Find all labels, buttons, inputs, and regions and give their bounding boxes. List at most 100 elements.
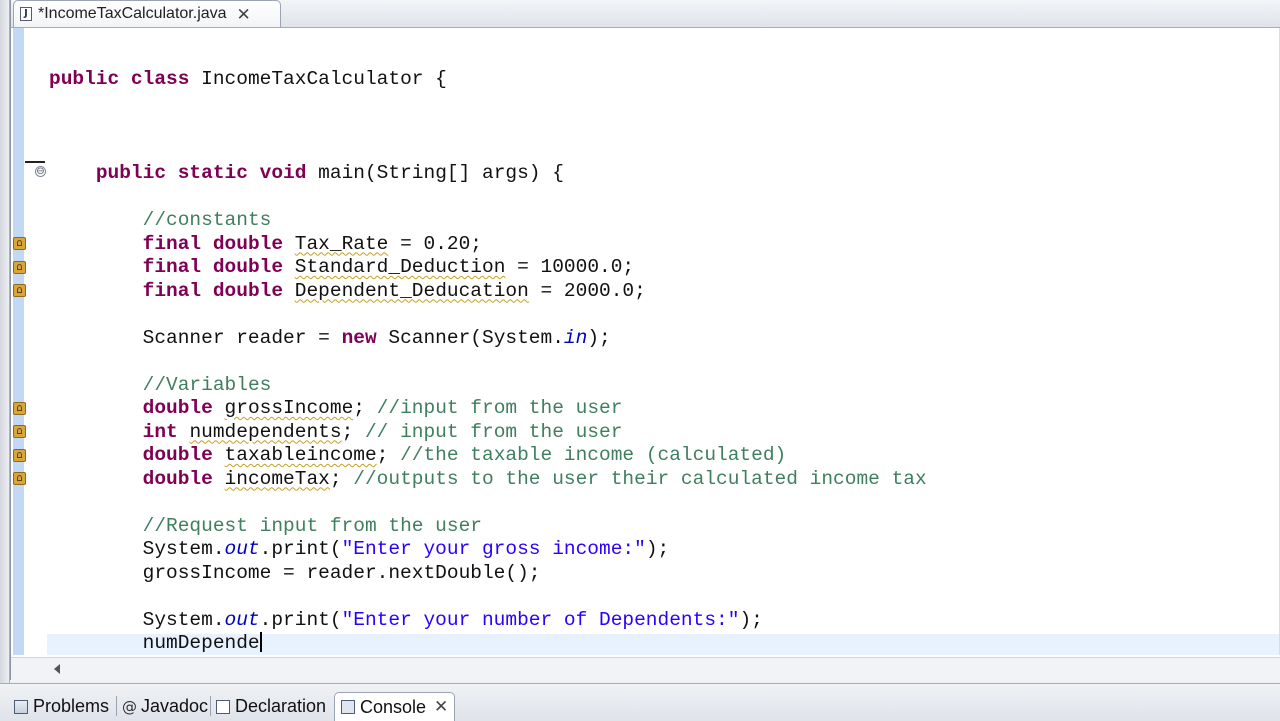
code-line[interactable]: Scanner reader = new Scanner(System.in); [49,327,927,351]
code-line[interactable]: final double Dependent_Deducation = 2000… [49,280,927,304]
code-line[interactable]: double incomeTax; //outputs to the user … [49,468,927,492]
tab-problems[interactable]: Problems [14,692,109,721]
code-line[interactable]: //Variables [49,374,927,398]
code-token: double [142,397,213,419]
warning-icon[interactable] [13,402,26,415]
code-token: .print( [259,538,342,560]
code-line[interactable] [49,303,927,327]
code-line[interactable]: //Request input from the user [49,515,927,539]
code-line[interactable]: final double Tax_Rate = 0.20; [49,233,927,257]
code-token: final [142,232,202,255]
scroll-left-arrow-icon[interactable] [54,664,60,674]
range-indicator [25,161,45,163]
tab-console-label: Console [360,696,427,717]
code-token: grossIncome [224,397,354,419]
code-token: int [142,420,178,443]
code-line[interactable]: double grossIncome; //input from the use… [49,397,927,421]
tab-problems-label: Problems [33,696,110,716]
code-token: //constants [142,209,272,231]
code-token: IncomeTaxCalculator { [189,68,447,90]
tab-separator [116,696,117,716]
code-line[interactable] [49,139,927,163]
code-line[interactable]: grossIncome = reader.nextDouble(); [49,562,927,586]
warning-icon[interactable] [13,261,26,274]
close-icon[interactable]: ✕ [434,697,448,717]
code-line[interactable]: public class IncomeTaxCalculator { [49,68,927,92]
code-line[interactable]: final double Standard_Deduction = 10000.… [49,256,927,280]
code-token: Tax_Rate [294,232,389,255]
code-line[interactable] [49,491,927,515]
warning-icon[interactable] [13,449,26,462]
horizontal-scrollbar[interactable] [11,657,1280,681]
code-token: double [212,256,284,278]
tab-declaration[interactable]: Declaration [216,692,326,721]
code-line[interactable]: public static void main(String[] args) { [49,162,927,186]
java-editor: J *IncomeTaxCalculator.java ✕ ⊖ public c… [10,0,1280,681]
code-token: ; [353,397,377,419]
code-line[interactable]: numDepende [49,632,927,656]
code-line[interactable]: System.out.print("Enter your number of D… [49,609,927,633]
warning-icon[interactable] [13,284,26,297]
editor-tab-title: *IncomeTaxCalculator.java [38,5,227,22]
code-token: = 2000.0; [528,279,646,302]
code-token: class [130,68,190,90]
code-token: Dependent_Deducation [294,279,529,302]
views-tab-bar: Problems @ Javadoc Declaration Console ✕ [0,683,1280,721]
code-token: ); [739,608,763,631]
fold-collapse-icon[interactable]: ⊖ [35,166,46,177]
tab-separator [210,696,211,716]
code-token: = 10000.0; [505,256,635,278]
code-line[interactable]: double taxableincome; //the taxable inco… [49,444,927,468]
editor-tab-income-tax-calculator[interactable]: J *IncomeTaxCalculator.java ✕ [13,0,281,27]
problems-icon [14,699,28,714]
code-line[interactable] [49,92,927,116]
code-line[interactable]: System.out.print("Enter your gross incom… [49,538,927,562]
code-token: new [341,326,377,349]
code-token: out [224,608,260,631]
code-line[interactable]: int numdependents; // input from the use… [49,421,927,445]
code-token: final [142,256,202,278]
code-token: Scanner(System. [376,326,564,349]
code-token: //the taxable income (calculated) [400,444,787,466]
code-line[interactable] [49,186,927,210]
warning-icon[interactable] [13,425,26,438]
code-token: public [49,68,120,90]
tab-javadoc-label: Javadoc [141,696,209,716]
code-line[interactable] [49,350,927,374]
code-token: out [224,538,260,560]
code-line[interactable]: //constants [49,209,927,233]
code-line[interactable] [49,585,927,609]
warning-icon[interactable] [13,472,26,485]
code-token: double [212,279,284,302]
code-token: void [259,162,307,184]
code-token: //input from the user [376,397,623,419]
code-token: ; [329,467,354,490]
tab-console[interactable]: Console ✕ [334,692,456,721]
code-line[interactable] [49,115,927,139]
code-text-area[interactable]: public class IncomeTaxCalculator { publi… [49,68,927,656]
close-icon[interactable]: ✕ [237,6,251,23]
code-token: "Enter your gross income:" [341,538,646,560]
code-token: ; [376,444,401,466]
code-token: System. [49,538,225,560]
text-caret [259,632,262,652]
tab-javadoc[interactable]: @ Javadoc [122,692,208,721]
code-token: System. [49,608,225,631]
warning-icon[interactable] [13,237,26,250]
